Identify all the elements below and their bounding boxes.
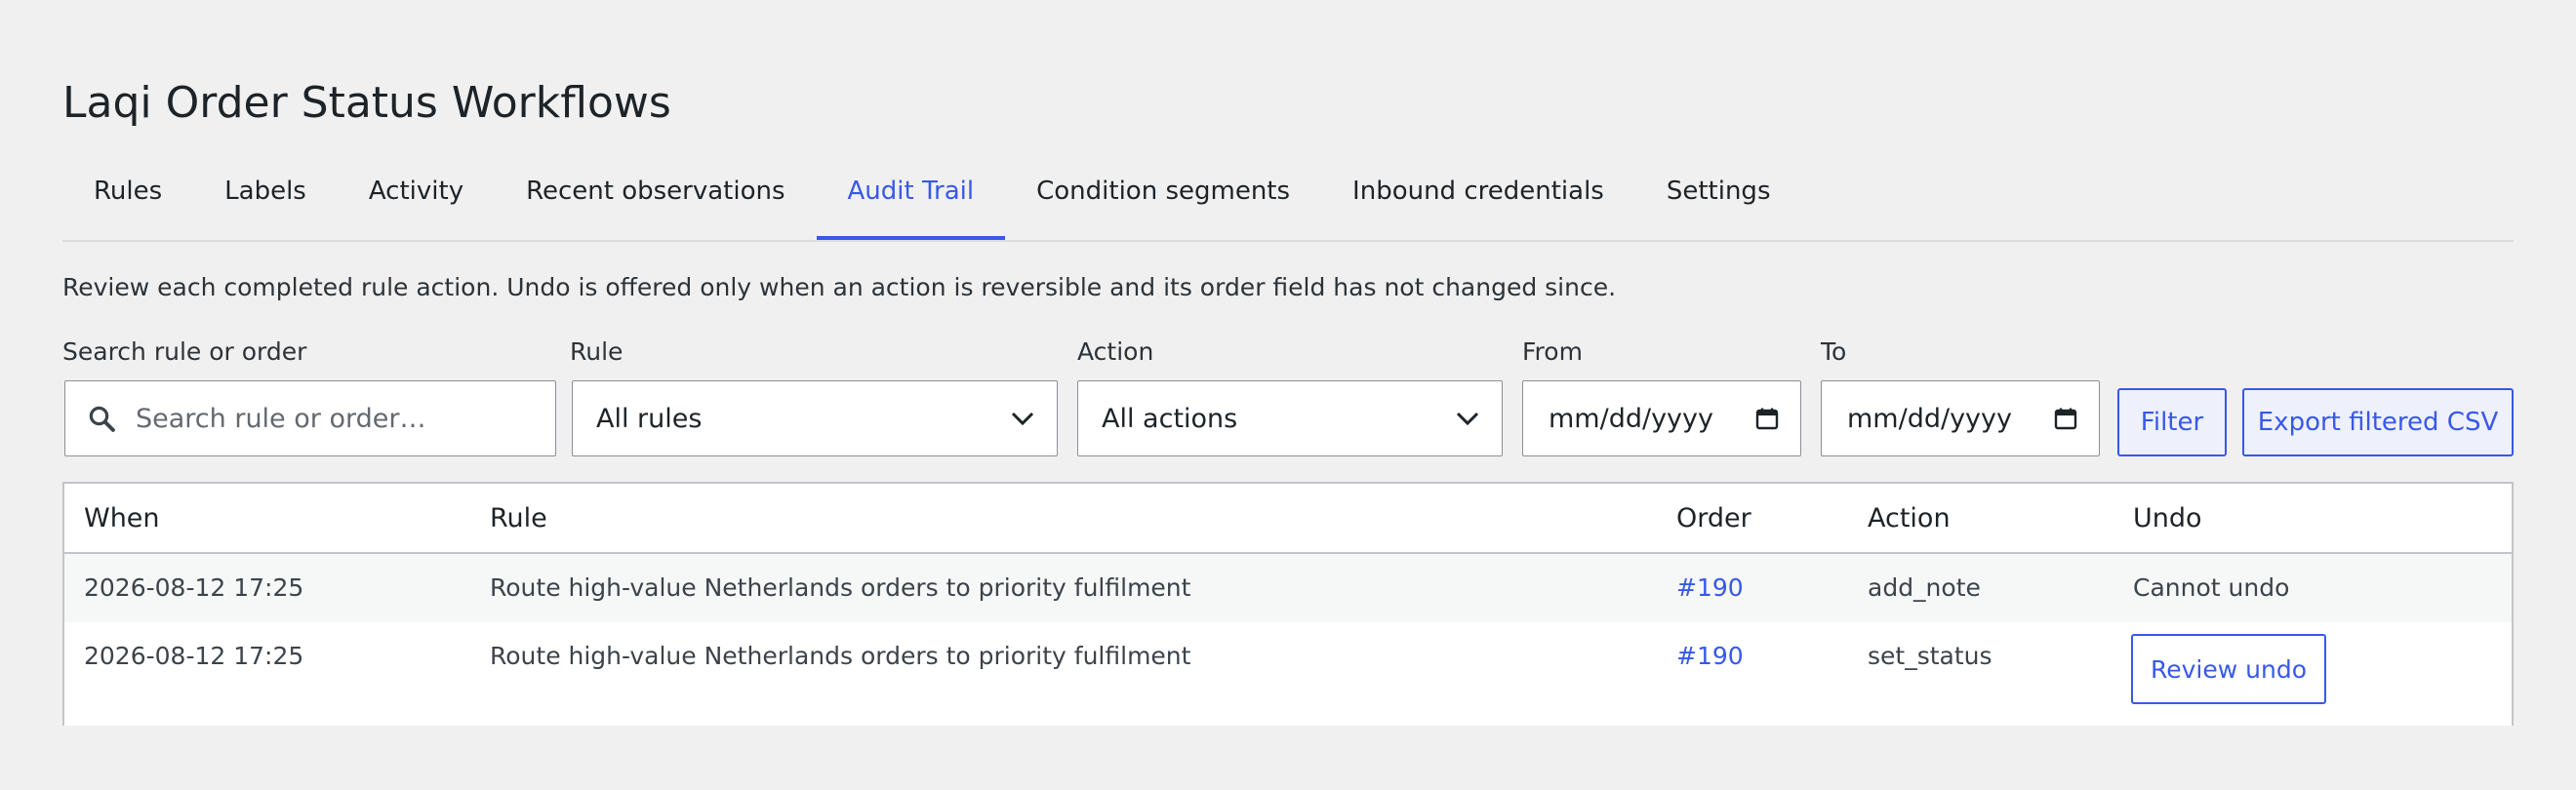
search-label: Search rule or order [62,337,307,366]
action-select-value: All actions [1102,403,1238,434]
tab-rules[interactable]: Rules [62,162,193,238]
tab-bar: Rules Labels Activity Recent observation… [62,162,2514,242]
tab-inbound-credentials[interactable]: Inbound credentials [1321,162,1635,238]
cell-undo-status: Cannot undo [2133,573,2290,602]
review-undo-button[interactable]: Review undo [2131,634,2326,704]
calendar-icon[interactable] [2054,407,2077,430]
action-label: Action [1077,337,1154,366]
table-header: When Rule Order Action Undo [64,484,2512,554]
order-link[interactable]: #190 [1676,573,1744,602]
audit-table: When Rule Order Action Undo 2026-08-12 1… [62,482,2514,726]
cell-when: 2026-08-12 17:25 [84,573,304,602]
chevron-down-icon [1011,412,1034,426]
tab-condition-segments[interactable]: Condition segments [1005,162,1321,238]
tab-recent-observations[interactable]: Recent observations [495,162,816,238]
from-label: From [1522,337,1583,366]
search-input[interactable]: Search rule or order… [64,380,556,456]
table-row: 2026-08-12 17:25 Route high-value Nether… [64,622,2512,726]
filter-button[interactable]: Filter [2117,388,2227,456]
calendar-icon[interactable] [1755,407,1779,430]
intro-text: Review each completed rule action. Undo … [62,273,1617,301]
cell-when: 2026-08-12 17:25 [84,642,304,670]
to-date-input[interactable]: mm/dd/yyyy [1821,380,2100,456]
header-order: Order [1676,503,1751,533]
order-link[interactable]: #190 [1676,642,1744,670]
header-when: When [84,503,160,533]
page: Laqi Order Status Workflows Rules Labels… [0,0,2576,790]
tab-audit-trail[interactable]: Audit Trail [816,162,1006,240]
to-label: To [1821,337,1847,366]
cell-rule: Route high-value Netherlands orders to p… [490,642,1191,670]
header-action: Action [1868,503,1951,533]
cell-action: set_status [1868,642,1992,670]
rule-label: Rule [570,337,624,366]
to-date-value: mm/dd/yyyy [1847,403,2012,434]
cell-rule: Route high-value Netherlands orders to p… [490,573,1191,602]
tab-settings[interactable]: Settings [1635,162,1802,238]
from-date-input[interactable]: mm/dd/yyyy [1522,380,1801,456]
search-icon [89,406,115,432]
cell-action: add_note [1868,573,1981,602]
export-csv-button[interactable]: Export filtered CSV [2242,388,2514,456]
header-rule: Rule [490,503,547,533]
rule-select-value: All rules [596,403,703,434]
search-placeholder: Search rule or order… [136,403,426,434]
chevron-down-icon [1456,412,1479,426]
tab-labels[interactable]: Labels [193,162,338,238]
table-row: 2026-08-12 17:25 Route high-value Nether… [64,554,2512,622]
tab-activity[interactable]: Activity [338,162,495,238]
rule-select[interactable]: All rules [572,380,1058,456]
page-title: Laqi Order Status Workflows [62,78,671,128]
header-undo: Undo [2133,503,2202,533]
from-date-value: mm/dd/yyyy [1549,403,1713,434]
action-select[interactable]: All actions [1077,380,1503,456]
